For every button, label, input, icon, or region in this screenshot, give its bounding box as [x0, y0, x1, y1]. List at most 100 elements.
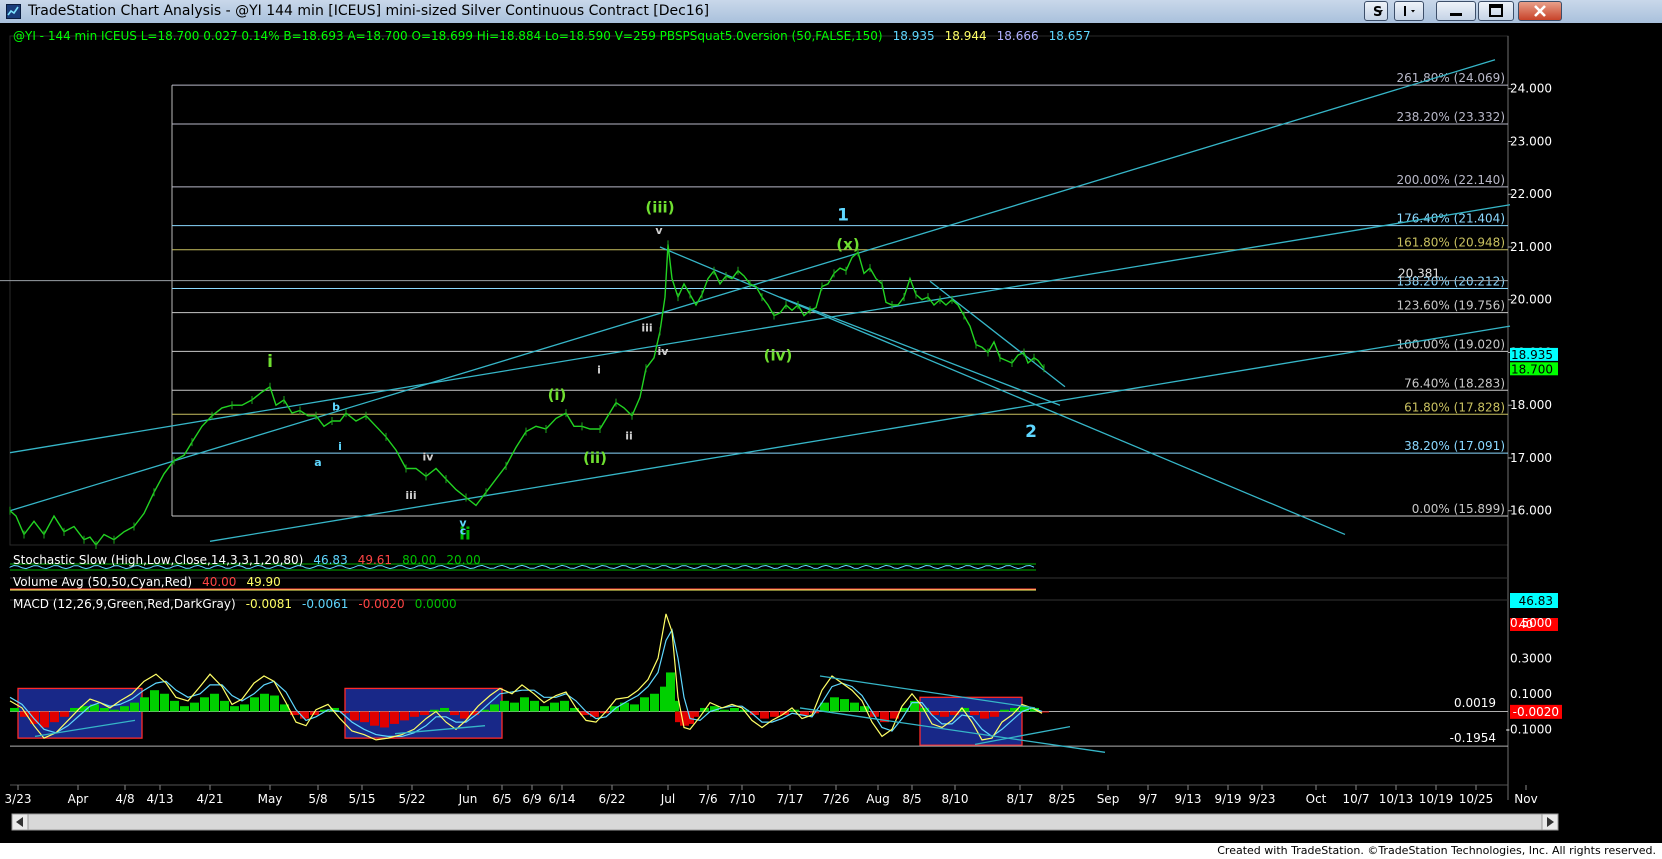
x-tick-label: 9/7	[1138, 792, 1157, 806]
macd-histogram-bar	[180, 706, 189, 712]
stochastic-legend-item: 80.00	[402, 553, 436, 567]
wave-label: i	[338, 440, 342, 453]
x-tick-label: 10/19	[1419, 792, 1454, 806]
x-tick-label: 6/22	[599, 792, 626, 806]
window-title: TradeStation Chart Analysis - @YI 144 mi…	[28, 3, 710, 19]
minimize-button[interactable]	[1436, 1, 1476, 21]
macd-histogram-bar	[250, 697, 259, 712]
x-tick-label: Jun	[458, 792, 478, 806]
macd-y-tick-label: -0.1000	[1506, 722, 1552, 736]
price-legend-item: 18.666	[997, 29, 1039, 43]
x-tick-label: 5/15	[349, 792, 376, 806]
high-level-label: 20.381	[1398, 267, 1440, 281]
macd-histogram-bar	[40, 711, 49, 728]
x-tick-label: 6/9	[522, 792, 541, 806]
chart-canvas[interactable]: 261.80% (24.069)238.20% (23.332)200.00% …	[0, 23, 1662, 843]
wave-label: i	[597, 364, 601, 377]
maximize-icon	[1489, 4, 1503, 17]
wave-label: iv	[423, 451, 435, 464]
price-tag-label: 18.700	[1511, 362, 1553, 376]
fib-level-label: 100.00% (19.020)	[1396, 337, 1505, 351]
macd-legend-item: -0.0061	[302, 597, 348, 611]
fib-level-label: 176.40% (21.404)	[1396, 212, 1505, 226]
x-tick-label: 10/13	[1379, 792, 1414, 806]
price-legend-item: @YI - 144 min ICEUS L=18.700 0.027 0.14%…	[13, 29, 883, 43]
wave-label: (iv)	[764, 346, 793, 364]
menu-dropdown-icon	[1404, 6, 1415, 16]
y-tick-label: 21.000	[1510, 240, 1552, 254]
macd-histogram-bar	[440, 707, 449, 712]
macd-histogram-bar	[190, 702, 199, 712]
x-tick-label: Jul	[660, 792, 675, 806]
volume-legend-item: Volume Avg (50,50,Cyan,Red)	[13, 575, 192, 589]
x-tick-label: 4/21	[197, 792, 224, 806]
wave-label: b	[332, 400, 340, 413]
chart-menu-button[interactable]	[1394, 1, 1424, 21]
macd-legend-item: 0.0000	[415, 597, 457, 611]
x-tick-label: 7/10	[729, 792, 756, 806]
horizontal-scrollbar[interactable]	[11, 813, 1559, 831]
macd-histogram-bar	[50, 711, 59, 723]
macd-level-label: 0.0019	[1454, 696, 1496, 710]
macd-histogram-bar	[970, 711, 979, 716]
macd-histogram-bar	[260, 693, 269, 712]
footer: Created with TradeStation. ©TradeStation…	[0, 843, 1662, 859]
macd-histogram-bar	[670, 700, 679, 712]
macd-histogram-bar	[450, 711, 459, 716]
macd-histogram-bar	[490, 704, 499, 712]
x-tick-label: Oct	[1306, 792, 1327, 806]
macd-histogram-bar	[940, 711, 949, 717]
macd-histogram-bar	[140, 697, 149, 712]
macd-histogram-bar	[160, 693, 169, 712]
minimize-icon	[1450, 13, 1462, 16]
macd-histogram-bar	[850, 702, 859, 712]
macd-y-tick-label: 0.1000	[1510, 687, 1552, 701]
fib-level-label: 200.00% (22.140)	[1396, 173, 1505, 187]
chart-style-button[interactable]: S	[1364, 1, 1388, 21]
x-tick-label: 9/13	[1175, 792, 1202, 806]
x-tick-label: 6/5	[492, 792, 511, 806]
macd-histogram-bar	[760, 711, 769, 719]
x-tick-label: 8/25	[1049, 792, 1076, 806]
x-tick-label: 8/17	[1007, 792, 1034, 806]
wave-label: i	[267, 352, 273, 372]
maximize-button[interactable]	[1478, 1, 1514, 21]
fib-level-label: 0.00% (15.899)	[1412, 502, 1505, 516]
macd-histogram-bar	[420, 711, 429, 716]
price-legend-item: 18.944	[945, 29, 987, 43]
close-button[interactable]	[1518, 1, 1562, 21]
fib-level-label: 61.80% (17.828)	[1404, 400, 1505, 414]
x-tick-label: 7/6	[698, 792, 717, 806]
y-tick-label: 17.000	[1510, 451, 1552, 465]
x-tick-label: 7/17	[777, 792, 804, 806]
x-tick-label: 4/13	[147, 792, 174, 806]
macd-y-tick-label: 0.3000	[1510, 651, 1552, 665]
macd-y-tick-label: 0.5000	[1510, 616, 1552, 630]
macd-level-label: -0.1954	[1450, 731, 1496, 745]
macd-histogram-bar	[540, 706, 549, 712]
stochastic-legend-item: 46.83	[313, 553, 347, 567]
wave-label: iv	[658, 345, 670, 358]
macd-legend-item: -0.0020	[358, 597, 404, 611]
wave-label: (iii)	[645, 199, 674, 217]
macd-histogram-bar	[550, 702, 559, 712]
x-tick-label: 10/25	[1459, 792, 1494, 806]
x-tick-label: 5/8	[308, 792, 327, 806]
price-legend-item: 18.935	[893, 29, 935, 43]
volume-legend-item: 40.00	[202, 575, 236, 589]
price-tag-label: 18.935	[1511, 348, 1553, 362]
macd-histogram-bar	[100, 707, 109, 712]
x-tick-label: 10/7	[1343, 792, 1370, 806]
scrollbar-track[interactable]	[11, 813, 1559, 831]
wave-label: 1	[837, 206, 849, 226]
macd-histogram-bar	[370, 711, 379, 726]
fib-level-label: 238.20% (23.332)	[1396, 110, 1505, 124]
wave-label: iii	[405, 489, 416, 502]
x-tick-label: 6/14	[549, 792, 576, 806]
macd-histogram-bar	[10, 707, 19, 712]
macd-histogram-bar	[990, 711, 999, 717]
macd-histogram-bar	[360, 711, 369, 723]
chart-background	[0, 23, 1662, 843]
close-icon	[1534, 5, 1546, 17]
wave-label: v	[655, 224, 663, 237]
